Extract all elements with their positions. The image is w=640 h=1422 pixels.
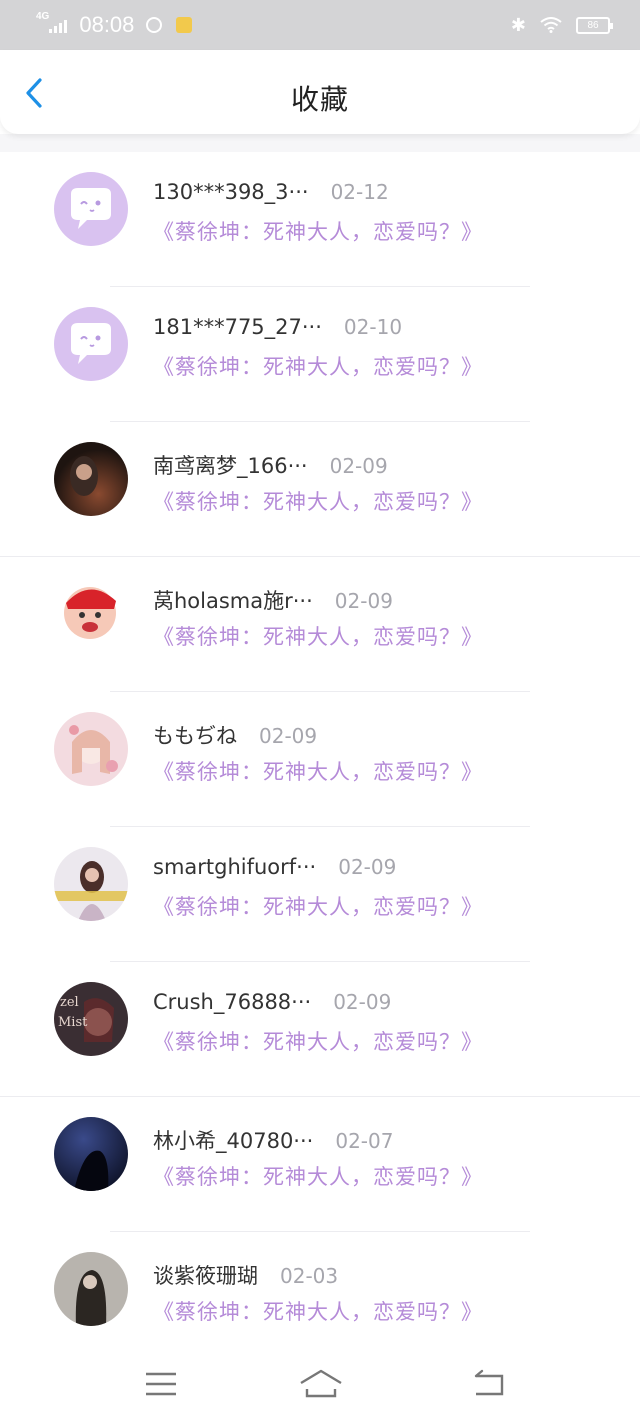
favorite-item[interactable]: ももぢね 02-09 《蔡徐坤：死神大人，恋爱吗？》 <box>0 692 640 827</box>
favorite-item[interactable]: 南鸢离梦_166··· 02-09 《蔡徐坤：死神大人，恋爱吗？》 <box>0 422 640 557</box>
book-title-link[interactable]: 《蔡徐坤：死神大人，恋爱吗？》 <box>153 351 483 381</box>
book-title-link[interactable]: 《蔡徐坤：死神大人，恋爱吗？》 <box>153 1026 483 1056</box>
default-avatar-icon <box>54 307 128 381</box>
favorite-date: 02-09 <box>329 454 388 478</box>
book-title-link[interactable]: 《蔡徐坤：死神大人，恋爱吗？》 <box>153 621 483 651</box>
name-line: 林小希_40780··· 02-07 <box>153 1125 393 1155</box>
favorite-item[interactable]: 130***398_3··· 02-12 《蔡徐坤：死神大人，恋爱吗？》 <box>0 152 640 287</box>
name-line: 130***398_3··· 02-12 <box>153 180 389 204</box>
name-line: smartghifuorf··· 02-09 <box>153 855 396 879</box>
battery-icon: 86 <box>576 16 613 34</box>
page-title: 收藏 <box>290 83 349 116</box>
avatar[interactable] <box>54 172 128 246</box>
book-title-link[interactable]: 《蔡徐坤：死神大人，恋爱吗？》 <box>153 891 483 921</box>
status-left: 4G 08:08 <box>36 11 193 38</box>
name-line: 莴holasma施r··· 02-09 <box>153 585 393 615</box>
favorite-date: 02-09 <box>333 990 392 1014</box>
favorite-date: 02-03 <box>280 1264 339 1288</box>
user-name[interactable]: 谈紫筱珊瑚 <box>153 1260 258 1290</box>
app-notification-icon <box>176 17 193 33</box>
anime-avatar-icon <box>54 712 128 786</box>
name-line: 南鸢离梦_166··· 02-09 <box>153 450 388 480</box>
svg-text:Mist: Mist <box>58 1015 88 1030</box>
user-name[interactable]: Crush_76888··· <box>153 990 311 1014</box>
avatar[interactable] <box>54 577 128 651</box>
book-title-link[interactable]: 《蔡徐坤：死神大人，恋爱吗？》 <box>153 756 483 786</box>
favorite-item[interactable]: smartghifuorf··· 02-09 《蔡徐坤：死神大人，恋爱吗？》 <box>0 827 640 962</box>
status-time: 08:08 <box>79 12 135 37</box>
favorite-date: 02-09 <box>259 724 318 748</box>
avatar[interactable] <box>54 1117 128 1191</box>
name-line: Crush_76888··· 02-09 <box>153 990 391 1014</box>
default-avatar-icon <box>54 172 128 246</box>
header: 收藏 <box>0 50 640 134</box>
favorite-date: 02-07 <box>335 1129 394 1153</box>
avatar[interactable] <box>54 307 128 381</box>
favorite-date: 02-12 <box>330 180 389 204</box>
user-photo-icon <box>54 1117 128 1191</box>
favorite-date: 02-10 <box>343 315 403 339</box>
user-name[interactable]: ももぢね <box>153 720 237 750</box>
user-name[interactable]: 莴holasma施r··· <box>153 585 313 615</box>
user-photo-icon <box>54 847 128 921</box>
name-line: ももぢね 02-09 <box>153 720 317 750</box>
back-nav-icon <box>474 1369 504 1396</box>
book-title-link[interactable]: 《蔡徐坤：死神大人，恋爱吗？》 <box>153 1296 483 1326</box>
menu-icon <box>146 1372 176 1396</box>
user-photo-icon: zel Mist <box>54 982 128 1056</box>
system-navbar <box>0 1340 640 1422</box>
user-photo-icon <box>54 442 128 516</box>
user-name[interactable]: 130***398_3··· <box>153 180 309 204</box>
globe-icon <box>146 17 163 33</box>
user-name[interactable]: 林小希_40780··· <box>153 1125 313 1155</box>
user-photo-icon <box>54 1252 128 1326</box>
favorite-item[interactable]: 莴holasma施r··· 02-09 《蔡徐坤：死神大人，恋爱吗？》 <box>0 557 640 692</box>
user-name[interactable]: smartghifuorf··· <box>153 855 316 879</box>
book-title-link[interactable]: 《蔡徐坤：死神大人，恋爱吗？》 <box>153 216 483 246</box>
avatar[interactable] <box>54 1252 128 1326</box>
header-divider <box>0 134 640 152</box>
home-icon <box>300 1369 342 1398</box>
menu-button[interactable] <box>142 1368 182 1402</box>
favorite-item[interactable]: zel Mist Crush_76888··· 02-09 《蔡徐坤：死神大人，恋爱吗？… <box>0 962 640 1097</box>
user-name[interactable]: 南鸢离梦_166··· <box>153 450 308 480</box>
svg-text:zel: zel <box>60 995 79 1010</box>
status-bar: 4G 08:08 ✱ 86 <box>0 0 640 50</box>
user-name[interactable]: 181***775_27··· <box>153 315 322 339</box>
favorite-date: 02-09 <box>334 589 393 613</box>
avatar[interactable]: zel Mist <box>54 982 128 1056</box>
cartoon-avatar-icon <box>54 577 128 651</box>
favorite-item[interactable]: 林小希_40780··· 02-07 《蔡徐坤：死神大人，恋爱吗？》 <box>0 1097 640 1232</box>
name-line: 181***775_27··· 02-10 <box>153 315 402 339</box>
back-nav-button[interactable] <box>470 1368 510 1402</box>
avatar[interactable] <box>54 442 128 516</box>
favorite-item[interactable]: 181***775_27··· 02-10 《蔡徐坤：死神大人，恋爱吗？》 <box>0 287 640 422</box>
favorites-list: 130***398_3··· 02-12 《蔡徐坤：死神大人，恋爱吗？》 181***… <box>0 152 640 1367</box>
signal-icon <box>49 17 68 33</box>
book-title-link[interactable]: 《蔡徐坤：死神大人，恋爱吗？》 <box>153 486 483 516</box>
bluetooth-icon: ✱ <box>510 14 526 35</box>
home-button[interactable] <box>298 1368 344 1402</box>
favorite-date: 02-09 <box>338 855 397 879</box>
avatar[interactable] <box>54 847 128 921</box>
status-right: ✱ 86 <box>510 14 613 36</box>
network-type: 4G <box>36 11 50 22</box>
wifi-icon <box>540 17 562 33</box>
name-line: 谈紫筱珊瑚 02-03 <box>153 1260 338 1290</box>
book-title-link[interactable]: 《蔡徐坤：死神大人，恋爱吗？》 <box>153 1161 483 1191</box>
avatar[interactable] <box>54 712 128 786</box>
